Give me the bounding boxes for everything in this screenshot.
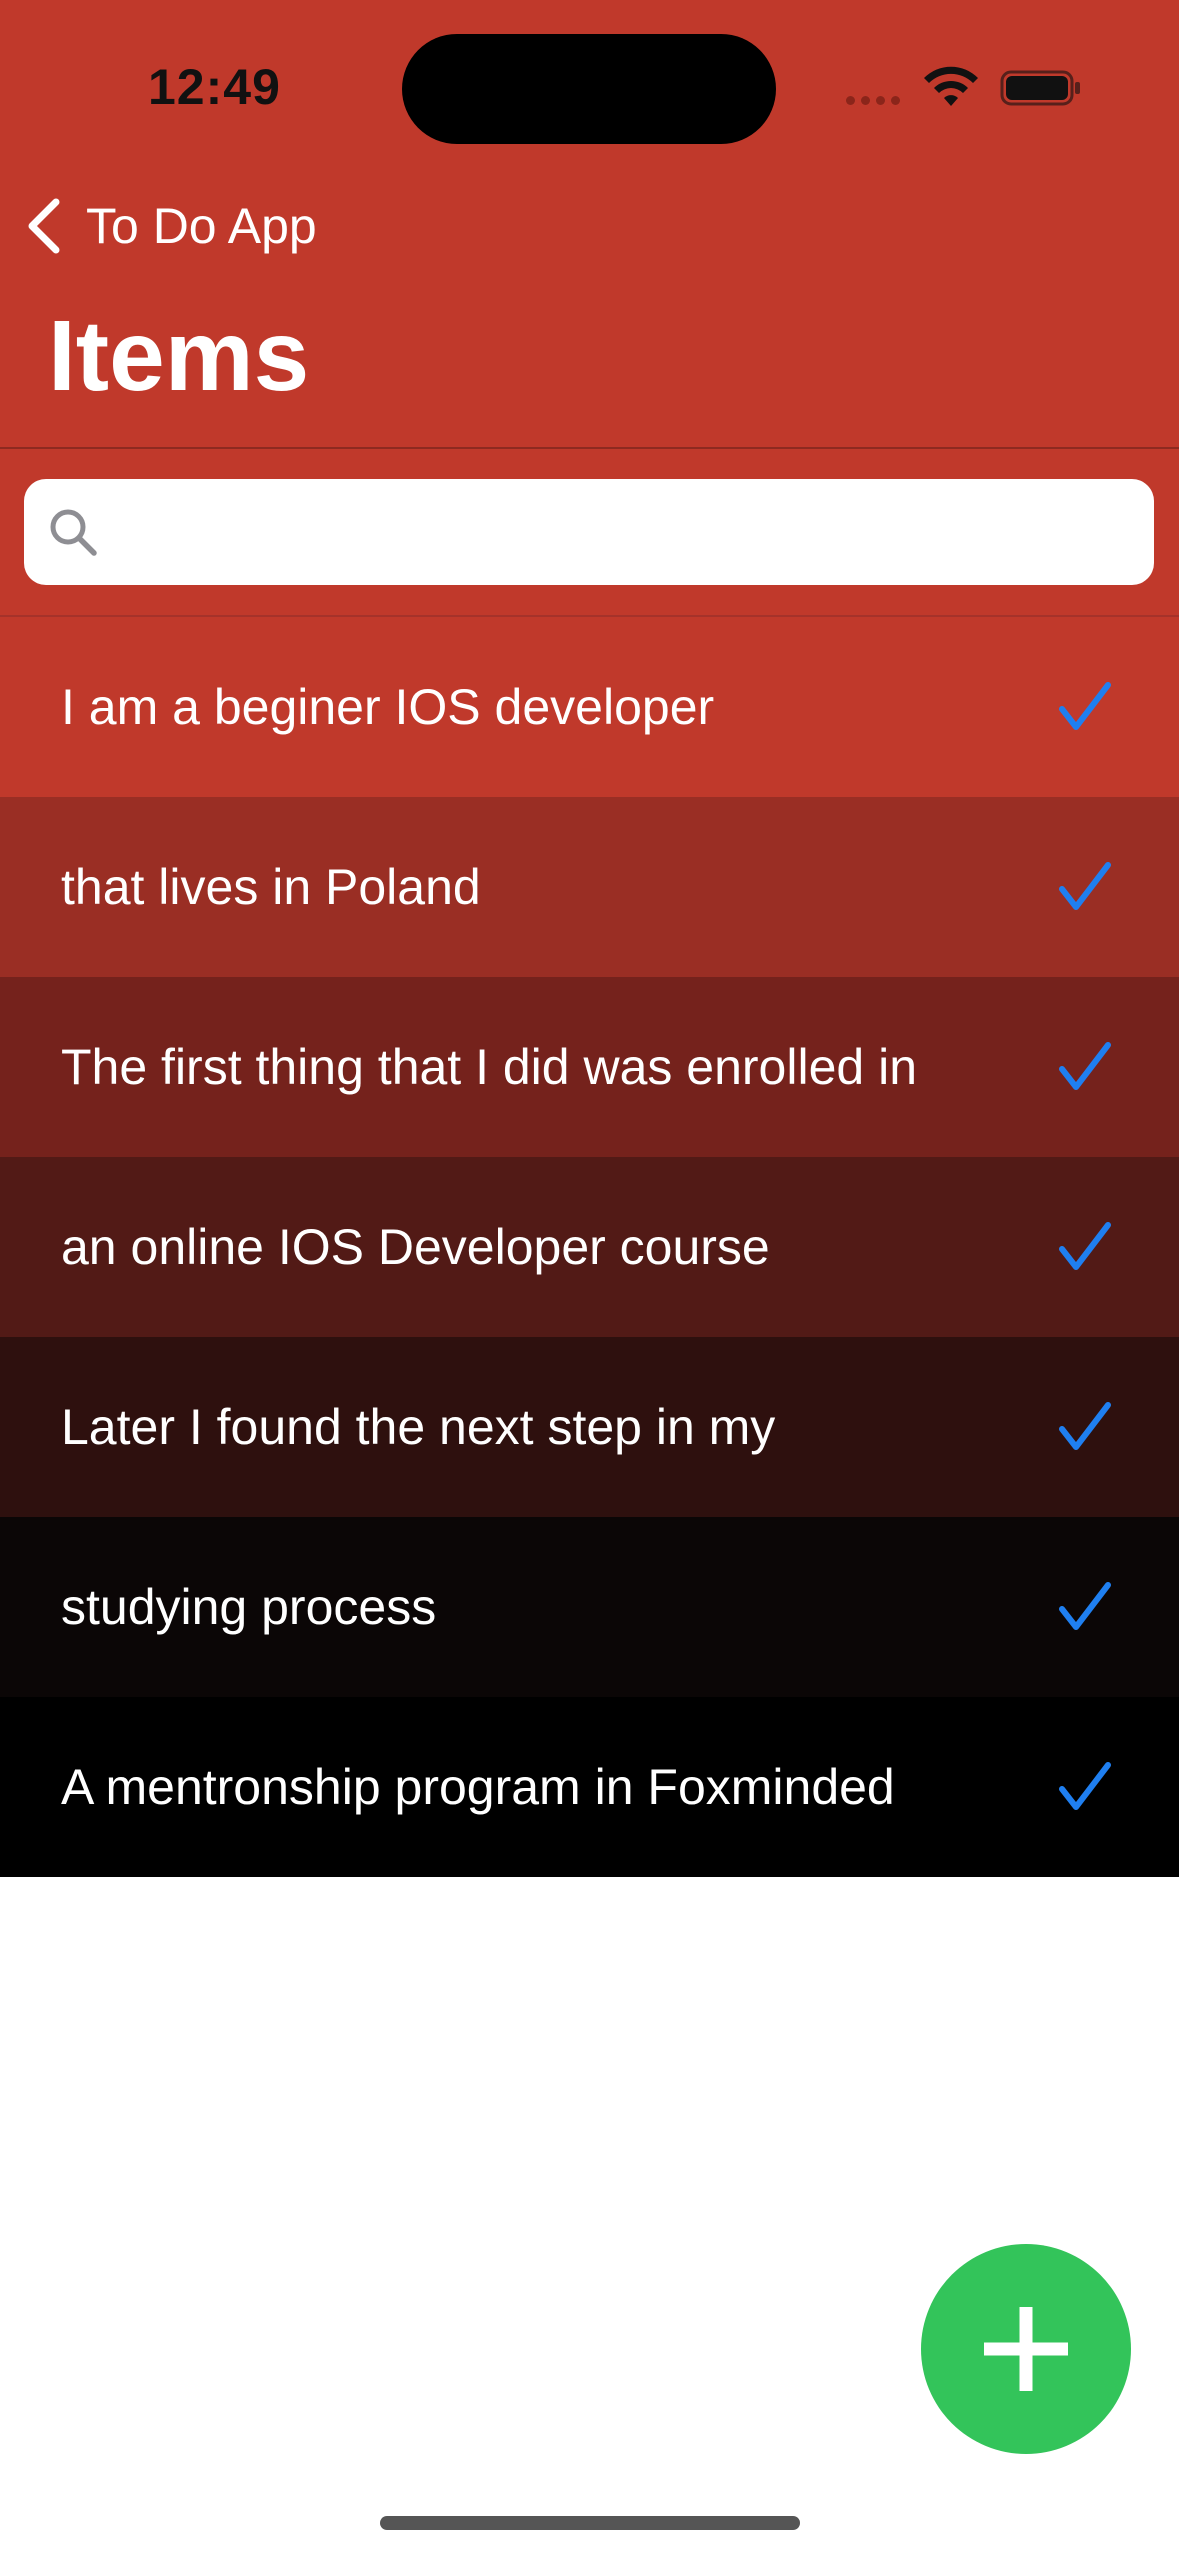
list-item[interactable]: A mentronship program in Foxminded xyxy=(0,1697,1179,1877)
item-label: studying process xyxy=(61,1579,437,1635)
dynamic-island xyxy=(402,34,776,144)
item-label: Later I found the next step in my xyxy=(61,1399,776,1455)
checkmark-icon xyxy=(1059,1222,1111,1270)
add-item-button[interactable] xyxy=(921,2244,1131,2454)
list-item[interactable]: an online IOS Developer course xyxy=(0,1157,1179,1337)
status-time: 12:49 xyxy=(148,59,281,115)
search-bar-container xyxy=(0,449,1179,615)
todo-list: I am a beginer IOS developer that lives i… xyxy=(0,617,1179,1877)
checkmark-icon xyxy=(1059,1402,1111,1450)
item-label: A mentronship program in Foxminded xyxy=(61,1759,895,1815)
checkmark-icon xyxy=(1059,1582,1111,1630)
wifi-icon xyxy=(924,66,978,106)
list-item[interactable]: The first thing that I did was enrolled … xyxy=(0,977,1179,1157)
checkmark-icon xyxy=(1059,1762,1111,1810)
list-item[interactable]: studying process xyxy=(0,1517,1179,1697)
app-screen: 12:49 To Do App Items I am a beginer IOS… xyxy=(0,0,1179,2556)
item-label: The first thing that I did was enrolled … xyxy=(61,1039,918,1095)
search-field[interactable] xyxy=(24,479,1154,585)
item-label: that lives in Poland xyxy=(61,859,481,915)
item-label: I am a beginer IOS developer xyxy=(61,679,715,735)
battery-icon xyxy=(1000,70,1080,106)
checkmark-icon xyxy=(1059,1042,1111,1090)
list-item[interactable]: Later I found the next step in my xyxy=(0,1337,1179,1517)
checkmark-icon xyxy=(1059,682,1111,730)
checkmark-icon xyxy=(1059,862,1111,910)
plus-icon xyxy=(984,2307,1068,2391)
list-item[interactable]: I am a beginer IOS developer xyxy=(0,617,1179,797)
search-input[interactable] xyxy=(116,504,1154,560)
search-icon xyxy=(50,509,97,556)
list-item[interactable]: that lives in Poland xyxy=(0,797,1179,977)
item-label: an online IOS Developer course xyxy=(61,1219,770,1275)
back-button[interactable]: To Do App xyxy=(24,190,317,262)
navigation-header: 12:49 To Do App Items xyxy=(0,0,1179,449)
chevron-left-icon xyxy=(28,198,60,254)
back-label: To Do App xyxy=(86,198,317,254)
home-indicator xyxy=(380,2516,800,2530)
cellular-signal-icon xyxy=(846,96,900,105)
page-title: Items xyxy=(48,300,310,412)
